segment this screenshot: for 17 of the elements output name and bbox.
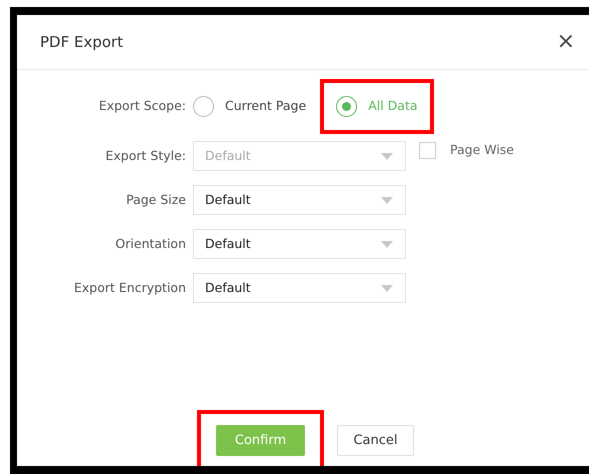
caret-icon: [381, 152, 393, 160]
caret-icon: [381, 284, 393, 292]
dialog-title: PDF Export: [40, 32, 124, 53]
field-label: Export Style:: [104, 146, 187, 165]
cancel-button[interactable]: Cancel: [337, 425, 414, 456]
field-label: Export Scope:: [98, 96, 187, 115]
page-wise-checkbox[interactable]: Page Wise: [419, 141, 514, 160]
field-label: Orientation: [114, 234, 187, 253]
select-field[interactable]: Default: [193, 185, 406, 215]
caret-icon: [381, 196, 393, 204]
field-label: Page Size: [125, 190, 187, 209]
select-field[interactable]: Default: [193, 273, 406, 303]
field-label: Export Encryption: [73, 278, 187, 297]
radio-option[interactable]: Current Page: [193, 96, 306, 116]
caret-icon: [381, 240, 393, 248]
close-button[interactable]: ×: [556, 31, 575, 53]
select-field[interactable]: Default: [193, 229, 406, 259]
